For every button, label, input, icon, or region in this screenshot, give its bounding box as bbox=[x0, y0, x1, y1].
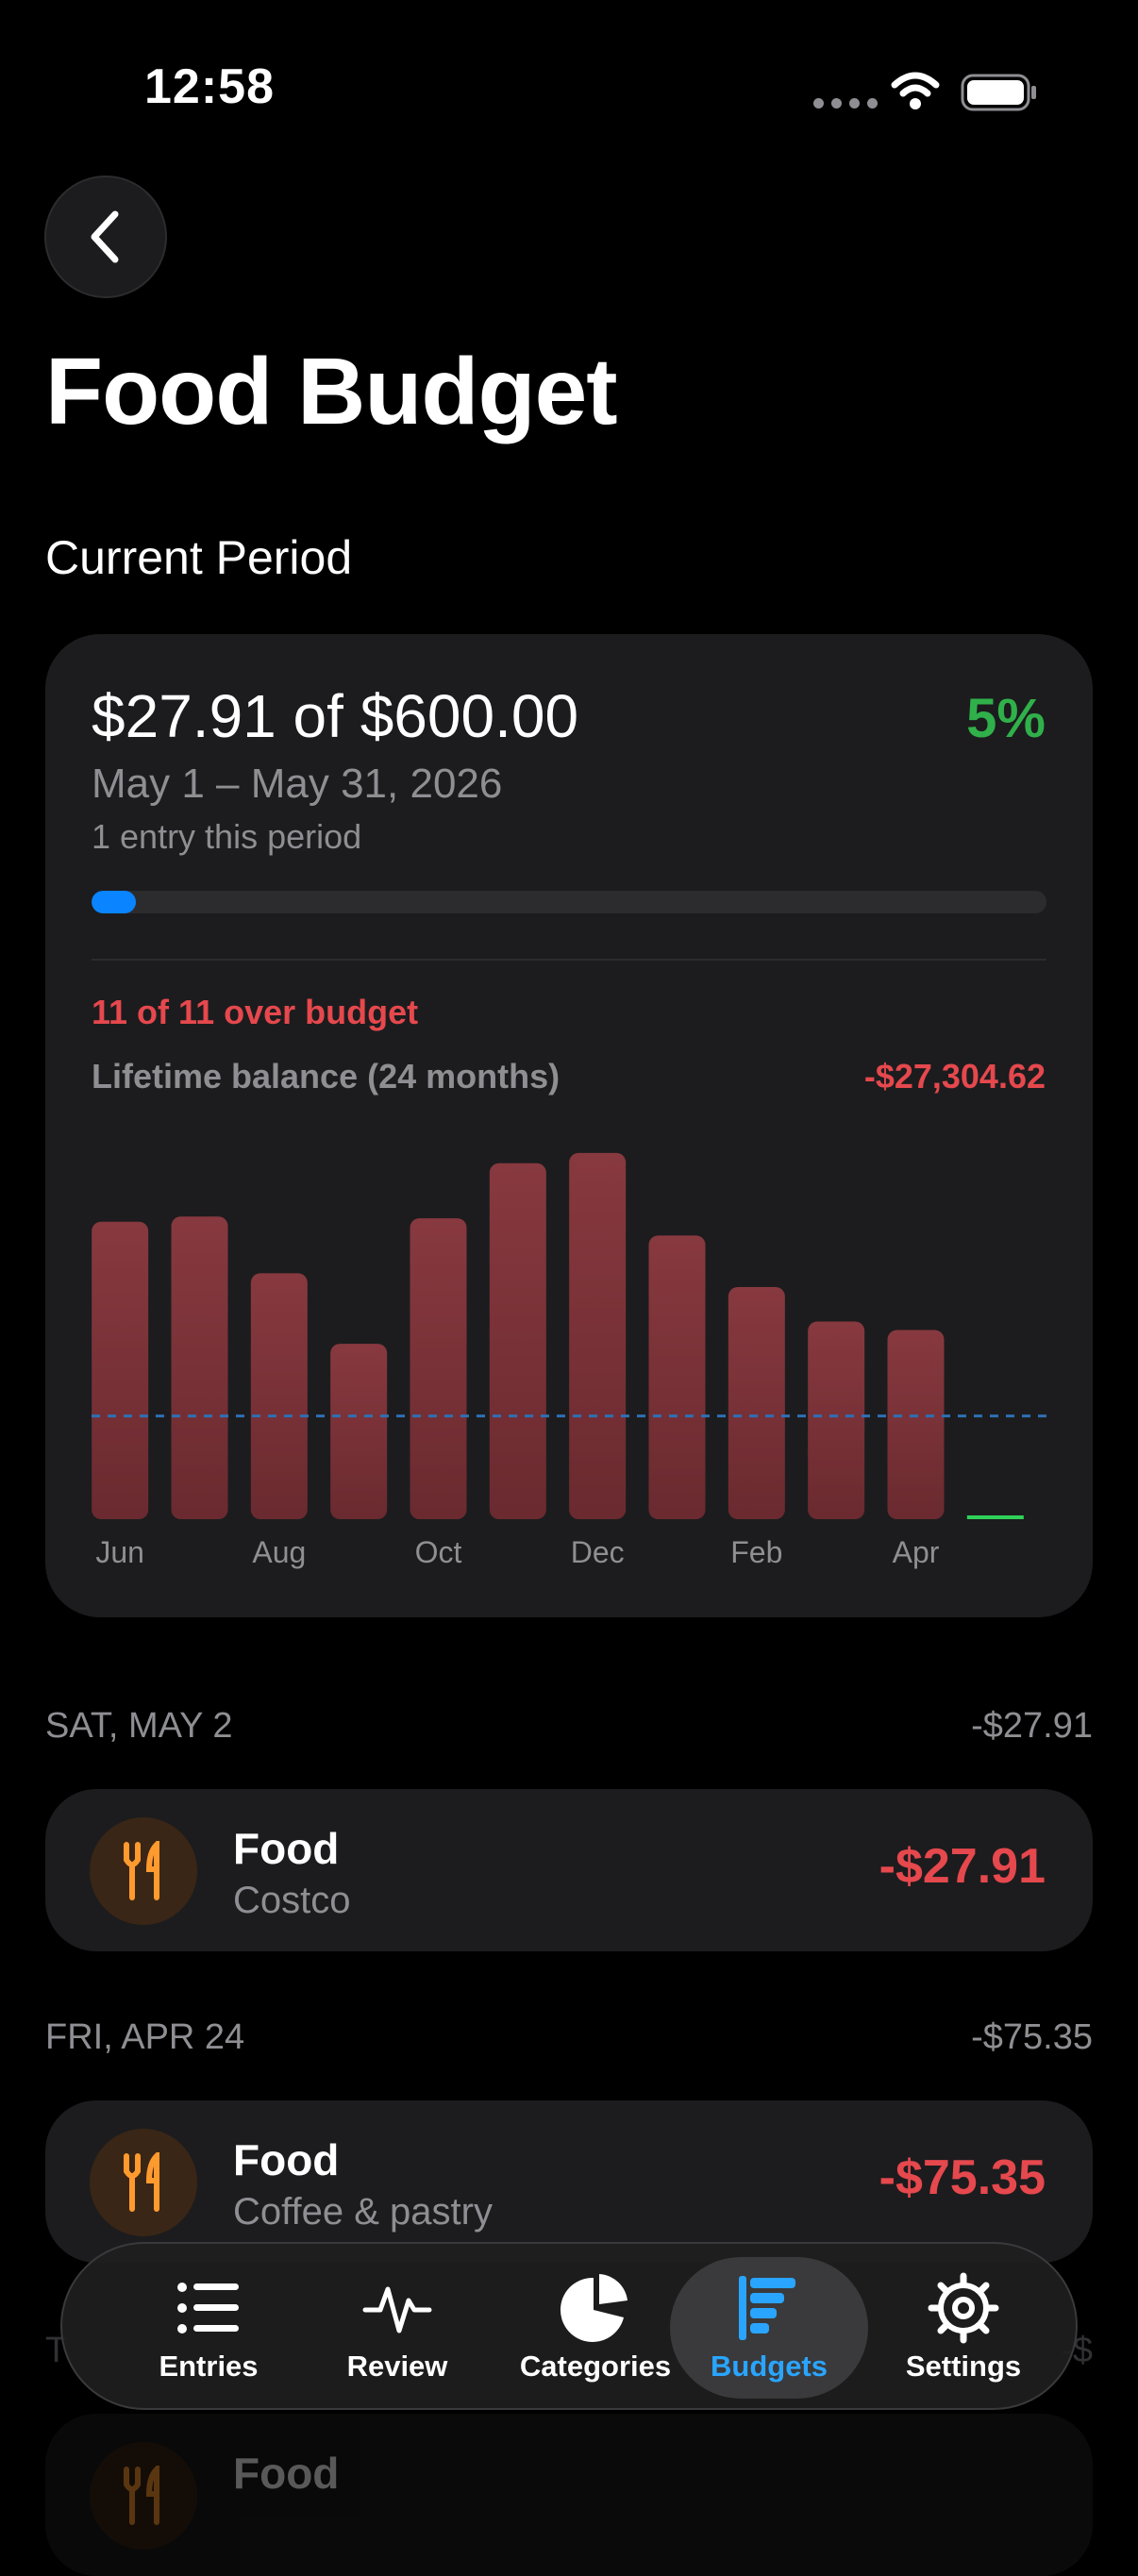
entry-amount: -$27.91 bbox=[879, 1839, 1046, 1894]
section-label: Current Period bbox=[45, 531, 353, 584]
day-header-total: -$75.35 bbox=[971, 2017, 1093, 2057]
chart-tick-label: Feb bbox=[730, 1535, 782, 1569]
chart-tick-label: Aug bbox=[252, 1535, 306, 1569]
tab-label: Review bbox=[346, 2350, 448, 2383]
entry-row[interactable]: Food Costco -$27.91 bbox=[45, 1789, 1093, 1951]
tab-review[interactable]: Review bbox=[298, 2257, 496, 2399]
entry-amount: -$75.35 bbox=[879, 2150, 1046, 2205]
waveform-icon bbox=[362, 2286, 432, 2333]
amount-spent-of-budget: $27.91 of $600.00 bbox=[92, 682, 579, 750]
chart-bar bbox=[92, 1221, 149, 1519]
percent-used: 5% bbox=[966, 688, 1046, 749]
chart-bar bbox=[569, 1152, 627, 1519]
entry-row[interactable]: Food bbox=[45, 2414, 1093, 2576]
tab-label: Entries bbox=[159, 2350, 259, 2383]
battery-icon bbox=[961, 74, 1036, 111]
chart-bar bbox=[171, 1216, 228, 1519]
entry-row[interactable]: Food Coffee & pastry -$75.35 bbox=[45, 2100, 1093, 2263]
cellular-signal-icon bbox=[813, 98, 878, 109]
bars-icon bbox=[739, 2276, 795, 2340]
fork-knife-icon bbox=[90, 2129, 197, 2236]
chart-bar bbox=[489, 1163, 546, 1519]
entry-merchant: Costco bbox=[233, 1880, 351, 1921]
chart-bar bbox=[648, 1235, 706, 1519]
over-budget-count: 11 of 11 over budget bbox=[92, 993, 419, 1031]
fork-knife-icon bbox=[90, 1817, 197, 1925]
lifetime-balance-label: Lifetime balance (24 months) bbox=[92, 1057, 561, 1096]
tab-categories[interactable]: Categories bbox=[496, 2257, 695, 2399]
tab-bar: Entries Review Categories Budgets Settin… bbox=[60, 2242, 1078, 2410]
tab-label: Categories bbox=[519, 2350, 672, 2383]
chart-tick-label: Apr bbox=[893, 1535, 940, 1569]
wifi-icon bbox=[891, 72, 940, 109]
entry-count: 1 entry this period bbox=[92, 817, 362, 856]
chevron-left-icon bbox=[91, 210, 119, 263]
chart-bar bbox=[330, 1344, 388, 1519]
entry-category: Food bbox=[233, 2135, 340, 2184]
monthly-spending-chart: Jun Aug Oct Dec Feb Apr bbox=[92, 1152, 1046, 1569]
day-header-date: SAT, MAY 2 bbox=[45, 1706, 233, 1746]
fork-knife-icon bbox=[90, 2442, 197, 2550]
status-time: 12:58 bbox=[144, 59, 275, 114]
lifetime-balance-value: -$27,304.62 bbox=[863, 1057, 1046, 1096]
entry-category: Food bbox=[233, 2449, 340, 2498]
gear-icon bbox=[928, 2272, 999, 2344]
page-title: Food Budget bbox=[45, 339, 618, 444]
chart-tick-label: Dec bbox=[571, 1535, 625, 1569]
chart-bar bbox=[728, 1287, 785, 1519]
entry-category: Food bbox=[233, 1824, 340, 1873]
pie-chart-icon bbox=[560, 2274, 628, 2342]
budget-progress-fill bbox=[92, 891, 137, 913]
entry-merchant: Coffee & pastry bbox=[233, 2191, 493, 2233]
back-button[interactable] bbox=[44, 176, 167, 298]
tab-entries[interactable]: Entries bbox=[109, 2257, 308, 2399]
chart-bar bbox=[808, 1321, 865, 1519]
chart-bar bbox=[887, 1330, 945, 1519]
chart-tick-label: Oct bbox=[415, 1535, 462, 1569]
day-header-date: FRI, APR 24 bbox=[45, 2017, 245, 2057]
day-header-total: -$27.91 bbox=[971, 1706, 1093, 1746]
tab-settings[interactable]: Settings bbox=[864, 2257, 1063, 2399]
divider bbox=[92, 959, 1046, 961]
tab-label: Settings bbox=[905, 2350, 1022, 2383]
list-icon bbox=[177, 2283, 239, 2333]
chart-bar bbox=[410, 1218, 467, 1519]
tab-budgets[interactable]: Budgets bbox=[670, 2257, 868, 2399]
period-dates: May 1 – May 31, 2026 bbox=[92, 761, 503, 807]
chart-tick-label: Jun bbox=[95, 1535, 144, 1569]
budget-progress-bar bbox=[92, 891, 1046, 913]
chart-bar bbox=[250, 1273, 308, 1519]
chart-bar-current bbox=[966, 1515, 1024, 1519]
tab-label: Budgets bbox=[711, 2350, 828, 2383]
